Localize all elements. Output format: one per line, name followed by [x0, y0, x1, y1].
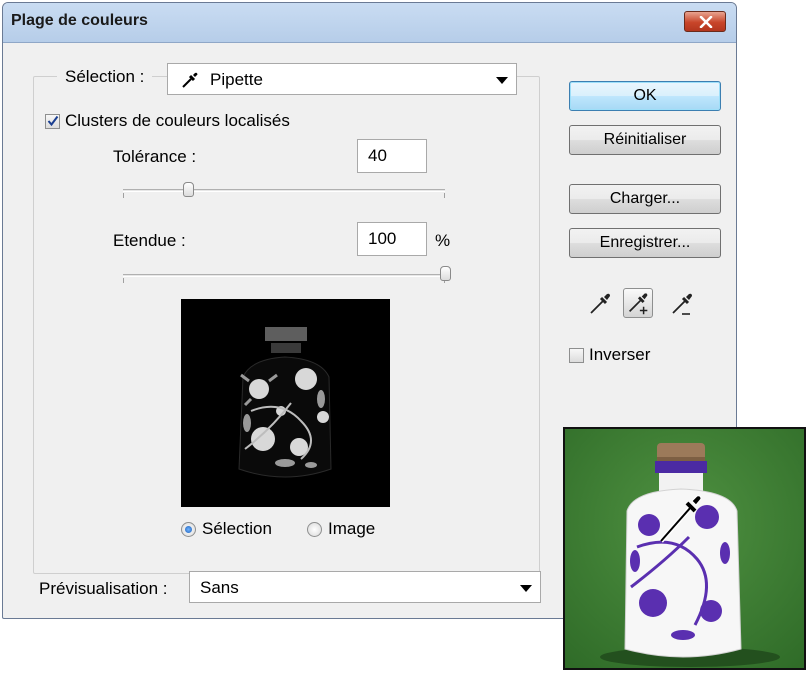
load-button[interactable]: Charger...: [569, 184, 721, 214]
eyedropper-add-icon: [629, 293, 648, 315]
chevron-down-icon: [496, 77, 508, 84]
selection-dropdown[interactable]: Pipette: [167, 63, 517, 95]
eyedropper-icon: [590, 293, 610, 314]
eyedropper-tool-button[interactable]: [585, 288, 615, 318]
radio-image-label: Image: [328, 519, 376, 538]
tolerance-input[interactable]: 40: [357, 139, 427, 173]
eyedropper-add-tool-button[interactable]: [623, 288, 653, 318]
selection-preview: [181, 299, 390, 507]
reset-button[interactable]: Réinitialiser: [569, 125, 721, 155]
save-button[interactable]: Enregistrer...: [569, 228, 721, 258]
close-button[interactable]: [684, 11, 726, 32]
preview-label: Prévisualisation :: [39, 579, 168, 598]
source-photo: [563, 427, 806, 670]
tolerance-tick-max: [444, 193, 445, 198]
title-bar: Plage de couleurs: [3, 3, 736, 43]
eyedropper-icon: [182, 72, 198, 88]
range-input[interactable]: 100: [357, 222, 427, 256]
window-title: Plage de couleurs: [11, 12, 148, 29]
radio-image[interactable]: [307, 522, 322, 537]
preview-value: Sans: [200, 578, 239, 597]
range-tick-min: [123, 278, 124, 283]
ok-button[interactable]: OK: [569, 81, 721, 111]
vase-photo-image: [565, 429, 804, 668]
range-slider-thumb[interactable]: [440, 266, 451, 281]
selection-value: Pipette: [210, 70, 263, 89]
tolerance-slider-track[interactable]: [123, 189, 445, 192]
preview-dropdown[interactable]: Sans: [189, 571, 541, 603]
selection-label: Sélection :: [57, 67, 153, 87]
tolerance-label: Tolérance :: [113, 147, 197, 166]
range-label: Etendue :: [113, 231, 186, 250]
eyedropper-subtract-icon: [672, 293, 692, 315]
radio-selection-label: Sélection: [202, 519, 272, 538]
eyedropper-subtract-tool-button[interactable]: [667, 288, 697, 318]
close-icon: [699, 16, 713, 28]
invert-label: Inverser: [589, 345, 651, 364]
invert-checkbox[interactable]: [569, 348, 584, 363]
clusters-checkbox[interactable]: [45, 114, 60, 129]
radio-selection[interactable]: [181, 522, 196, 537]
tolerance-slider-thumb[interactable]: [183, 182, 194, 197]
radio-dot-icon: [185, 526, 192, 533]
clusters-label: Clusters de couleurs localisés: [65, 111, 290, 130]
range-unit: %: [435, 231, 451, 250]
tolerance-tick-min: [123, 193, 124, 198]
range-slider-track[interactable]: [123, 274, 445, 277]
mask-preview-image: [238, 327, 332, 478]
chevron-down-icon: [520, 585, 532, 592]
checkmark-icon: [47, 115, 59, 127]
